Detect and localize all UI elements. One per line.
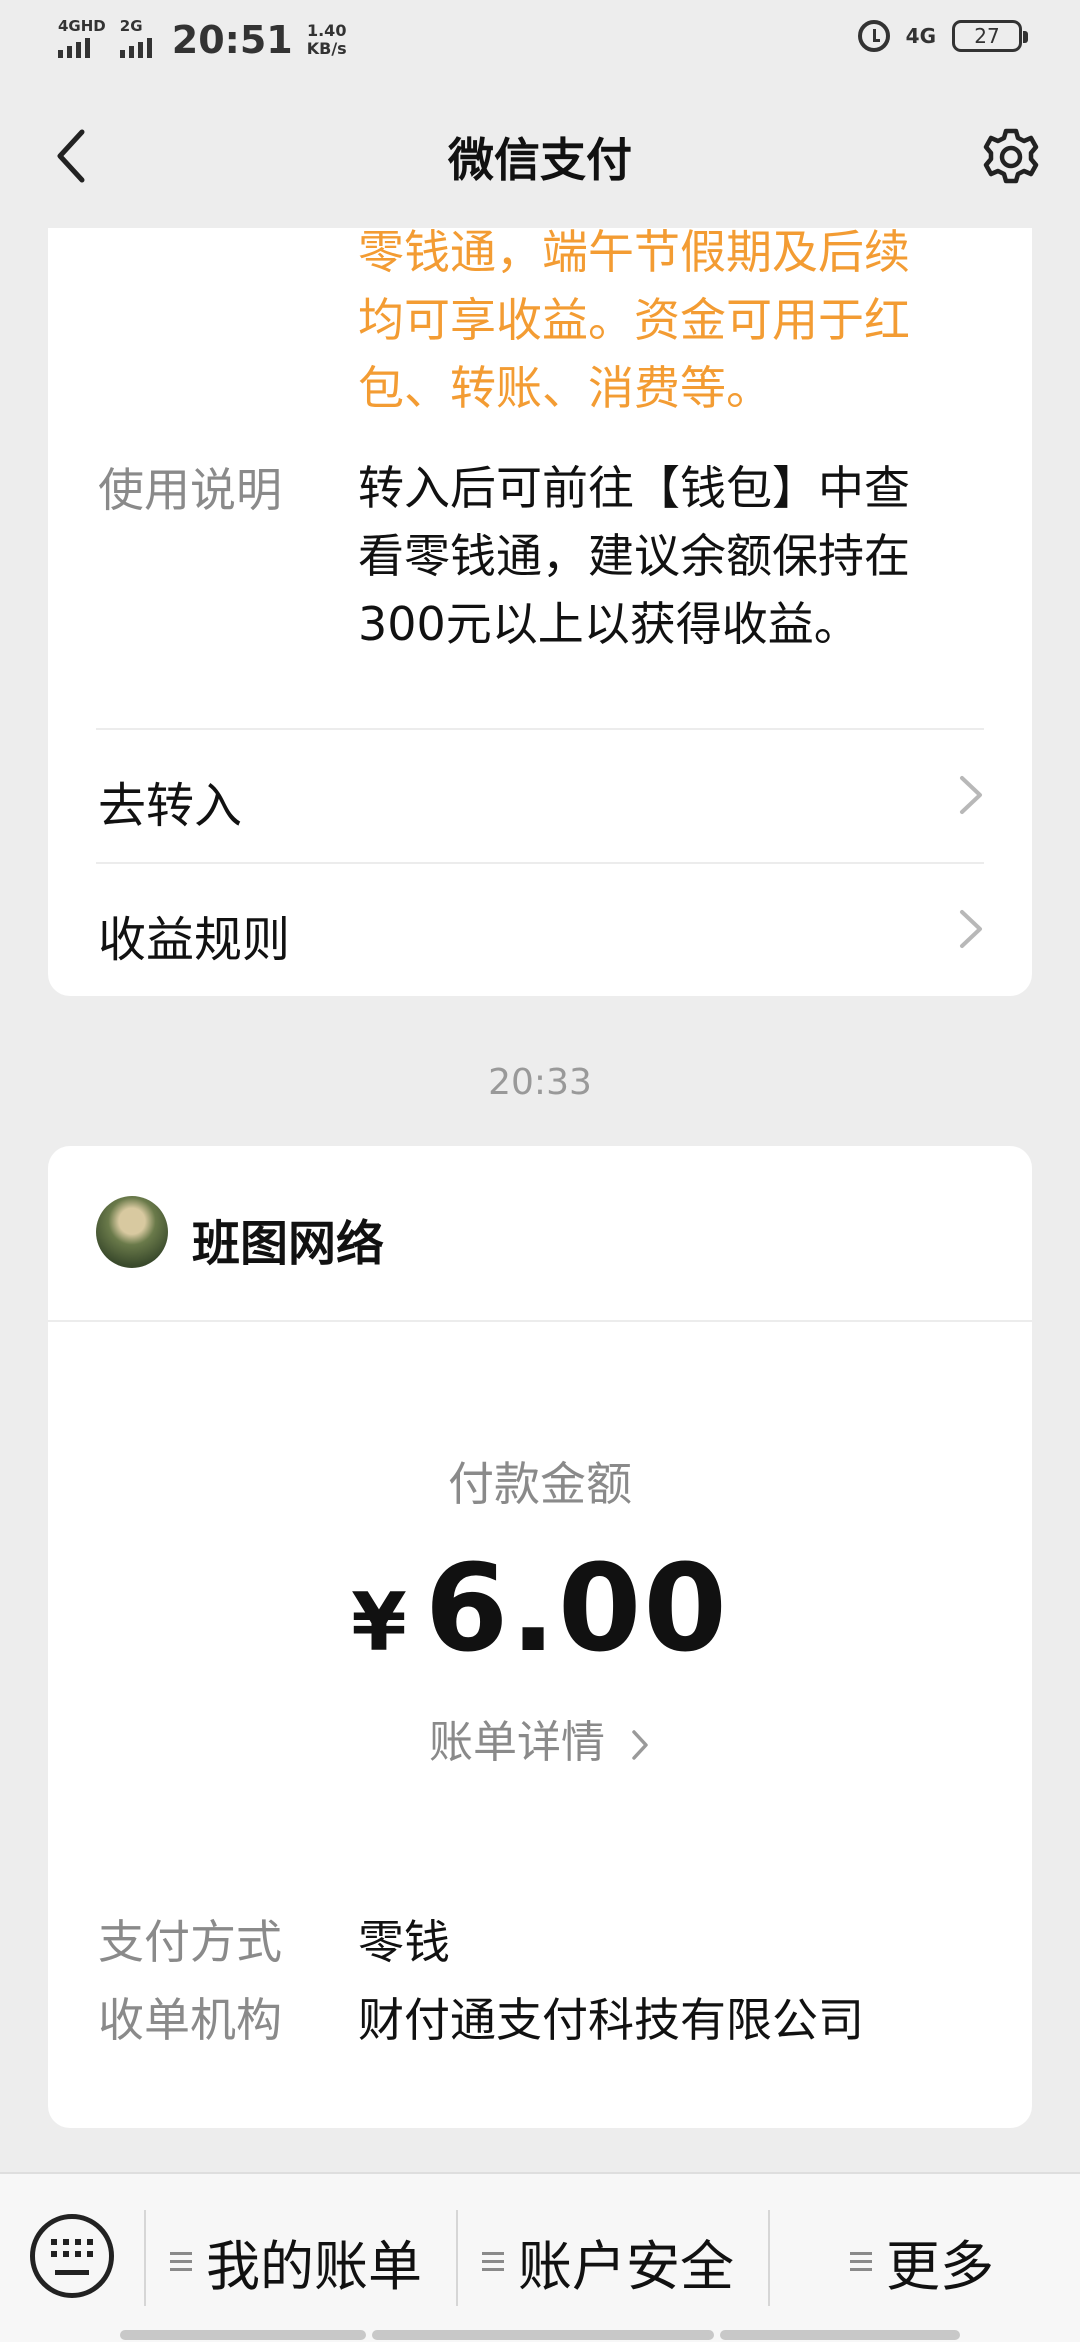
gesture-bar — [120, 2330, 366, 2340]
menu-more[interactable]: 更多 — [850, 2226, 994, 2298]
status-time: 20:51 — [171, 18, 293, 62]
menu-label: 账户安全 — [518, 2234, 734, 2298]
payment-method-key: 支付方式 — [98, 1915, 282, 1969]
gesture-bar — [372, 2330, 714, 2340]
keyboard-icon — [51, 2239, 93, 2257]
message-timestamp: 20:33 — [488, 1062, 592, 1103]
merchant-header[interactable]: 班图网络 — [48, 1146, 1032, 1322]
menu-icon — [170, 2247, 192, 2276]
usage-row: 使用说明 转入后可前往【钱包】中查 看零钱通，建议余额保持在 300元以上以获得… — [98, 454, 982, 658]
chevron-right-icon — [632, 1730, 648, 1760]
transfer-in-row[interactable]: 去转入 — [48, 730, 1032, 860]
usage-line: 看零钱通，建议余额保持在 — [358, 529, 910, 583]
acquirer-key: 收单机构 — [98, 1993, 282, 2047]
signal-bars-2-icon — [119, 38, 152, 58]
avatar — [96, 1196, 168, 1268]
menu-label: 我的账单 — [206, 2234, 422, 2298]
status-left: 4GHD 2G 20:51 1.40 KB/s — [58, 18, 347, 62]
payment-card[interactable]: 班图网络 付款金额 ¥ 6.00 账单详情 支付方式 零钱 收单机构 财付通支付… — [48, 1146, 1032, 2128]
chevron-right-icon — [960, 776, 982, 814]
payment-method-row: 支付方式 零钱 — [98, 1906, 450, 1972]
divider — [456, 2210, 458, 2306]
page-title: 微信支付 — [448, 133, 632, 187]
merchant-name: 班图网络 — [192, 1216, 385, 1272]
menu-account-security[interactable]: 账户安全 — [482, 2226, 734, 2298]
nav-bar: 微信支付 — [0, 84, 1080, 228]
gear-icon — [983, 128, 1039, 184]
usage-line: 300元以上以获得收益。 — [358, 597, 860, 651]
usage-key: 使用说明 — [98, 463, 282, 517]
menu-icon — [482, 2247, 504, 2276]
card-lingqiantong: 零钱通，端午节假期及后续 均可享收益。资金可用于红 包、转账、消费等。 使用说明… — [48, 190, 1032, 996]
bill-detail-link[interactable]: 账单详情 — [48, 1706, 1032, 1770]
payment-amount: ¥ 6.00 — [48, 1540, 1032, 1679]
network-type-1: 4GHD — [58, 17, 106, 35]
usage-text: 转入后可前往【钱包】中查 看零钱通，建议余额保持在 300元以上以获得收益。 — [358, 454, 910, 658]
alarm-icon — [857, 20, 890, 52]
acquirer-row: 收单机构 财付通支付科技有限公司 — [98, 1984, 864, 2050]
menu-label: 更多 — [886, 2234, 994, 2298]
network-speed: 1.40 KB/s — [307, 22, 347, 58]
bill-detail-label: 账单详情 — [429, 1717, 605, 1768]
signal-2: 2G — [119, 17, 152, 58]
currency-symbol: ¥ — [351, 1576, 407, 1669]
status-bar: 4GHD 2G 20:51 1.40 KB/s 4G 27 — [0, 0, 1080, 84]
amount-value: 6.00 — [424, 1540, 729, 1679]
promo-line: 零钱通，端午节假期及后续 — [358, 225, 910, 279]
gesture-bar — [720, 2330, 960, 2340]
menu-my-bills[interactable]: 我的账单 — [170, 2226, 422, 2298]
divider — [144, 2210, 146, 2306]
acquirer-value: 财付通支付科技有限公司 — [358, 1993, 864, 2047]
keyboard-toggle-button[interactable] — [30, 2214, 114, 2298]
signal-bars-1-icon — [58, 38, 106, 58]
transfer-in-label: 去转入 — [98, 778, 243, 834]
promo-line: 包、转账、消费等。 — [358, 361, 772, 415]
payment-method-value: 零钱 — [358, 1915, 450, 1969]
bottom-menu-bar: 我的账单 账户安全 更多 — [0, 2172, 1080, 2342]
network-speed-unit: KB/s — [306, 39, 347, 58]
battery-level: 27 — [974, 24, 1000, 48]
keyboard-spacebar-icon — [55, 2270, 89, 2275]
divider — [768, 2210, 770, 2306]
status-right: 4G 27 — [857, 20, 1028, 52]
menu-icon — [850, 2247, 872, 2276]
network-type-right: 4G — [905, 24, 936, 48]
payment-amount-label: 付款金额 — [448, 1457, 632, 1511]
usage-line: 转入后可前往【钱包】中查 — [358, 461, 910, 515]
earnings-rules-row[interactable]: 收益规则 — [48, 864, 1032, 994]
battery-icon: 27 — [952, 20, 1028, 52]
signal-1: 4GHD — [58, 18, 106, 58]
network-type-2: 2G — [119, 17, 143, 35]
settings-button[interactable] — [976, 122, 1046, 192]
promo-line: 均可享收益。资金可用于红 — [358, 293, 910, 347]
network-speed-value: 1.40 — [306, 21, 347, 40]
chevron-right-icon — [960, 910, 982, 948]
earnings-rules-label: 收益规则 — [98, 912, 291, 968]
